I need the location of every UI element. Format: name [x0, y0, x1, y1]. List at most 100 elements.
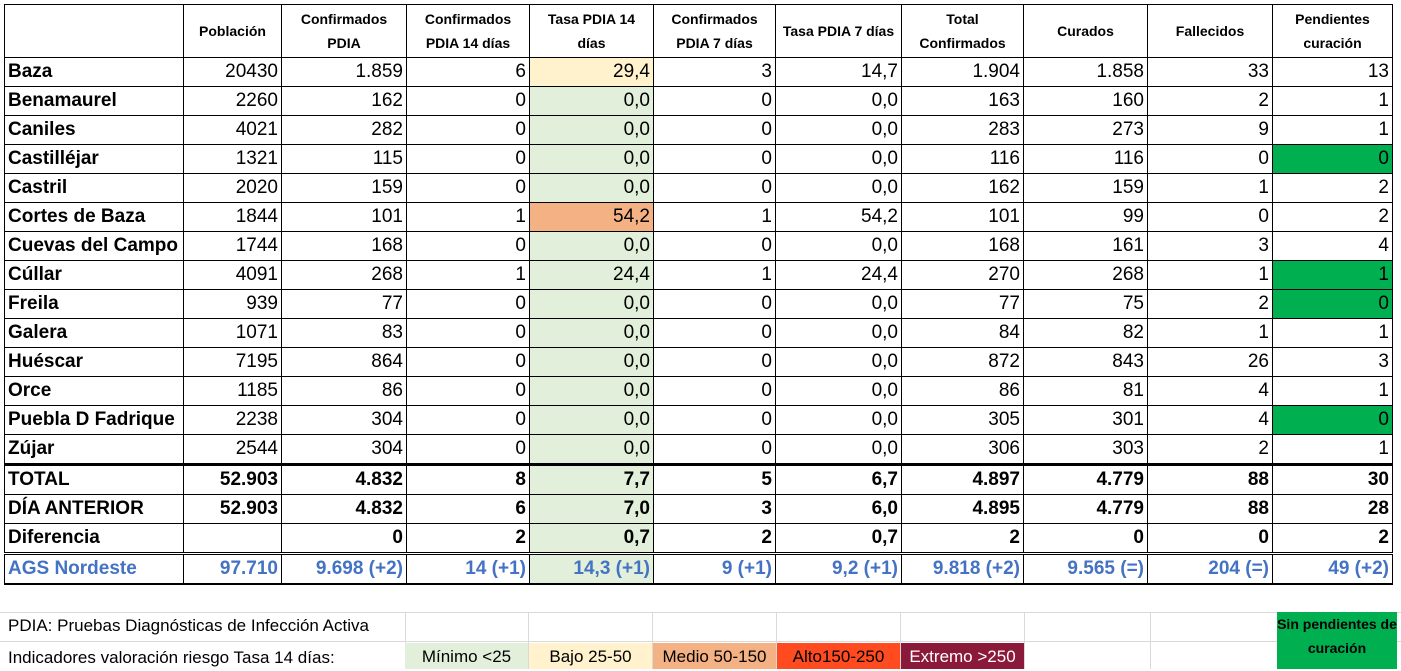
row-label: Cuevas del Campo: [4, 231, 184, 261]
table-cell: 160: [1023, 86, 1148, 116]
row-label: Baza: [4, 57, 184, 87]
table-cell: 0,0: [775, 231, 902, 261]
column-header: Tasa PDIA 7 días: [775, 4, 902, 58]
table-cell: 2: [1272, 173, 1393, 203]
table-cell: 2544: [183, 434, 282, 465]
table-cell: 282: [281, 115, 407, 145]
table-cell: 14,7: [775, 57, 902, 87]
table-cell: 0: [653, 376, 776, 406]
column-header: Población: [183, 4, 282, 58]
table-cell: 101: [281, 202, 407, 232]
table-cell: 939: [183, 289, 282, 319]
table-row: Benamaurel 2260 162 0 0,0 0 0,0 163 160 2 1: [4, 86, 1393, 116]
table-cell: 2: [1272, 202, 1393, 232]
table-cell: 83: [281, 318, 407, 348]
table-cell: 0,0: [529, 347, 654, 377]
table-cell: 88: [1147, 463, 1273, 495]
table-cell: 9,2 (+1): [775, 553, 902, 585]
table-row: Cúllar 4091 268 1 24,4 1 24,4 270 268 1 1: [4, 260, 1393, 290]
table-cell: 1071: [183, 318, 282, 348]
table-cell: 2238: [183, 405, 282, 435]
table-cell: 306: [901, 434, 1024, 465]
table-cell: 2: [653, 523, 776, 555]
table-cell: 9.818 (+2): [901, 553, 1024, 585]
table-cell: 0: [653, 173, 776, 203]
table-cell: 0: [1147, 144, 1273, 174]
table-cell: 283: [901, 115, 1024, 145]
header-row: Población Confirmados PDIA Confirmados PDI…: [4, 4, 1393, 58]
table-cell: 0,0: [529, 318, 654, 348]
table-row: Puebla D Fadrique 2238 304 0 0,0 0 0,0 305 301 4 0: [4, 405, 1393, 435]
table-cell: 4021: [183, 115, 282, 145]
table-row: TOTAL 52.903 4.832 8 7,7 5 6,7 4.897 4.779 88 30: [4, 463, 1393, 495]
table-cell: 5: [653, 463, 776, 495]
table-row: Caniles 4021 282 0 0,0 0 0,0 283 273 9 1: [4, 115, 1393, 145]
table-cell: 0: [653, 86, 776, 116]
table-cell: 116: [901, 144, 1024, 174]
table-row: Castilléjar 1321 115 0 0,0 0 0,0 116 116 0 0: [4, 144, 1393, 174]
table-row: Huéscar 7195 864 0 0,0 0 0,0 872 843 26 3: [4, 347, 1393, 377]
table-cell: 0,7: [529, 523, 654, 555]
table-cell: 0,0: [775, 376, 902, 406]
table-row: Freila 939 77 0 0,0 0 0,0 77 75 2 0: [4, 289, 1393, 319]
table-cell: 1744: [183, 231, 282, 261]
table-cell: 1: [1147, 318, 1273, 348]
table-cell: 4.779: [1023, 494, 1148, 524]
table-cell: 115: [281, 144, 407, 174]
table-cell: 0,0: [529, 405, 654, 435]
table-cell: 7,0: [529, 494, 654, 524]
legend-level-bajo: Bajo 25-50: [529, 643, 652, 669]
table-cell: 9.698 (+2): [281, 553, 407, 585]
table-cell: 3: [653, 57, 776, 87]
table-cell: 0: [406, 173, 530, 203]
row-label: TOTAL: [4, 463, 184, 495]
table-cell: 49 (+2): [1272, 553, 1393, 585]
table-cell: 1321: [183, 144, 282, 174]
table-cell: 2: [406, 523, 530, 555]
table-cell: 77: [901, 289, 1024, 319]
table-cell: 864: [281, 347, 407, 377]
table-cell: 0: [653, 231, 776, 261]
table-cell: 14,3 (+1): [529, 553, 654, 585]
table-cell: 0: [1023, 523, 1148, 555]
table-cell: 163: [901, 86, 1024, 116]
table-cell: 0,0: [775, 434, 902, 465]
table-cell: 162: [901, 173, 1024, 203]
table-cell: 0,0: [529, 434, 654, 465]
row-label: Diferencia: [4, 523, 184, 555]
table-cell: 2: [901, 523, 1024, 555]
table-cell: 0: [653, 318, 776, 348]
table-cell: 0: [406, 405, 530, 435]
table-cell: 86: [281, 376, 407, 406]
table-cell: 7195: [183, 347, 282, 377]
table-cell: 1.904: [901, 57, 1024, 87]
table-cell: 168: [901, 231, 1024, 261]
table-cell: 6: [406, 494, 530, 524]
table-cell: 0: [1147, 523, 1273, 555]
table-cell: 4: [1272, 231, 1393, 261]
table-cell: 1: [406, 202, 530, 232]
table-cell: 3: [1147, 231, 1273, 261]
table-cell: 75: [1023, 289, 1148, 319]
table-row: Orce 1185 86 0 0,0 0 0,0 86 81 4 1: [4, 376, 1393, 406]
table-cell: 88: [1147, 494, 1273, 524]
table-cell: 2: [1147, 434, 1273, 465]
table-row: Cortes de Baza 1844 101 1 54,2 1 54,2 101 99 0 2: [4, 202, 1393, 232]
table-cell: 2: [1147, 289, 1273, 319]
table-cell: 0: [1147, 202, 1273, 232]
table-cell: 4.895: [901, 494, 1024, 524]
row-label: Caniles: [4, 115, 184, 145]
table-cell: 303: [1023, 434, 1148, 465]
table-cell: 159: [1023, 173, 1148, 203]
column-header: Tasa PDIA 14 días: [529, 4, 654, 58]
table-cell: 1: [1272, 376, 1393, 406]
table-cell: 24,4: [529, 260, 654, 290]
sin-pendientes-legend: Sin pendientes de curación: [1277, 612, 1397, 669]
table-cell: 4: [1147, 376, 1273, 406]
table-cell: 8: [406, 463, 530, 495]
table-cell: 0: [653, 347, 776, 377]
table-cell: 162: [281, 86, 407, 116]
table-cell: 0: [281, 523, 407, 555]
row-label: Orce: [4, 376, 184, 406]
column-header: Total Confirmados: [901, 4, 1024, 58]
